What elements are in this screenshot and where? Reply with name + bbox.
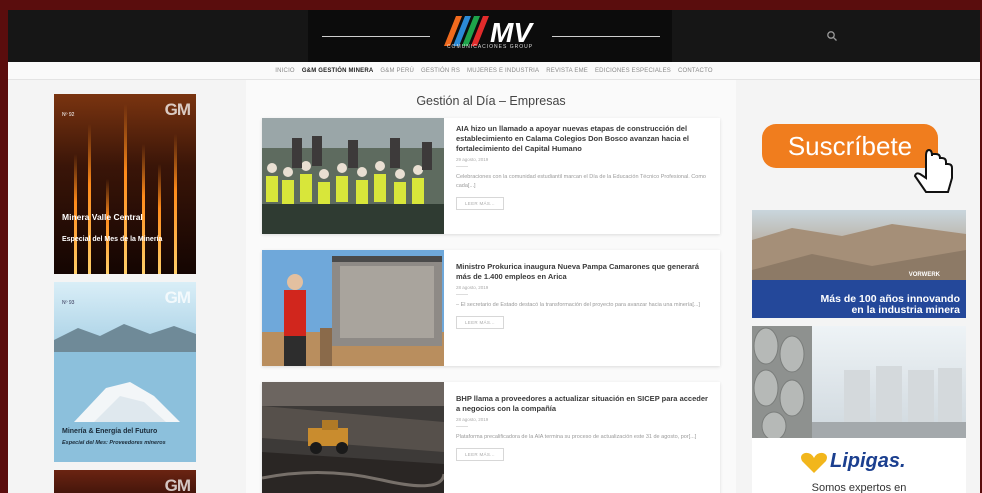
lipigas-ad[interactable] — [752, 326, 966, 438]
article-date: 29 agosto, 2019 — [456, 157, 489, 162]
section-title: Gestión al Día – Empresas — [416, 94, 566, 108]
nav-item-gm-peru[interactable]: G&M PERÚ — [380, 68, 414, 74]
article-card: AIA hizo un llamado a apoyar nuevas etap… — [262, 118, 720, 234]
magazine-subtitle: Especial del Mes: Proveedores mineros — [62, 440, 166, 446]
magazine-cover-92[interactable]: GM Nº 92 Minera Valle Central Especial d… — [54, 94, 196, 274]
article-date: 28 agosto, 2019 — [456, 417, 489, 422]
cover-light-beam — [142, 144, 145, 274]
lipigas-logo: Lipigas. — [830, 450, 906, 472]
vorwerk-logo: VORWERK — [908, 272, 940, 278]
magazine-title: Minera Valle Central — [62, 212, 143, 222]
lipigas-ad-footer[interactable]: Lipigas. Somos expertos en — [752, 438, 966, 493]
nav-item-gestion-minera[interactable]: G&M GESTIÓN MINERA — [302, 68, 374, 74]
divider — [456, 294, 468, 295]
magazine-number: Nº 93 — [62, 300, 75, 306]
article-excerpt: Plataforma precalificadora de la AIA ter… — [456, 434, 697, 440]
gas-tanks-image — [752, 326, 966, 438]
article-image[interactable] — [262, 382, 444, 493]
article-excerpt: Celebraciones con la comunidad estudiant… — [456, 174, 706, 189]
cover-light-beam — [158, 164, 161, 274]
magazine-brand: GM — [164, 476, 191, 493]
minister-speech-image — [262, 250, 444, 366]
article-excerpt: – El secretario de Estado destacó la tra… — [456, 302, 700, 308]
logo-rule-left — [322, 36, 430, 37]
nav-item-inicio[interactable]: INICIO — [275, 68, 295, 74]
magazine-brand: GM — [164, 288, 191, 307]
nav-item-contacto[interactable]: CONTACTO — [678, 68, 713, 74]
lipigas-heart-icon — [801, 452, 827, 473]
nav-item-mujeres-industria[interactable]: MUJERES E INDUSTRIA — [467, 68, 539, 74]
mining-truck-image — [262, 382, 444, 493]
nav-item-ediciones-especiales[interactable]: EDICIONES ESPECIALES — [595, 68, 671, 74]
magazine-brand: GM — [164, 100, 191, 119]
logo-subtitle: COMUNICACIONES GROUP — [446, 44, 534, 50]
lipigas-tagline: Somos expertos en — [811, 482, 907, 493]
mv-logo-icon: MV — [444, 16, 534, 46]
magazine-number: Nº 92 — [62, 112, 75, 118]
magazine-cover-next[interactable]: GM — [54, 470, 196, 493]
magazine-cover-93[interactable]: GM Nº 93 Minería & Energía del Futuro Es… — [54, 282, 196, 462]
main-nav: INICIO G&M GESTIÓN MINERA G&M PERÚ GESTI… — [8, 62, 980, 80]
article-card: Ministro Prokurica inaugura Nueva Pampa … — [262, 250, 720, 366]
vorwerk-line2: en la industria minera — [851, 304, 960, 316]
logo-banner[interactable]: MV COMUNICACIONES GROUP — [308, 10, 672, 62]
read-more-button[interactable]: LEER MÁS... — [456, 316, 504, 329]
hand-pointer-icon — [913, 148, 953, 193]
group-photo-image — [262, 118, 444, 234]
article-title[interactable]: BHP llama a proveedores a actualizar sit… — [456, 394, 708, 414]
article-title[interactable]: AIA hizo un llamado a apoyar nuevas etap… — [456, 124, 708, 154]
read-more-button[interactable]: LEER MÁS... — [456, 448, 504, 461]
search-icon[interactable] — [826, 30, 838, 42]
cover-light-beam — [106, 179, 109, 274]
cover-light-beam — [174, 134, 177, 274]
article-title[interactable]: Ministro Prokurica inaugura Nueva Pampa … — [456, 262, 708, 282]
browser-viewport: MV COMUNICACIONES GROUP INICIO G&M GESTI… — [8, 10, 980, 493]
article-date: 28 agosto, 2019 — [456, 285, 489, 290]
logo-rule-right — [552, 36, 660, 37]
divider — [456, 426, 468, 427]
cover-light-beam — [88, 124, 91, 274]
logo-text: MV — [490, 17, 534, 46]
article-card: BHP llama a proveedores a actualizar sit… — [262, 382, 720, 493]
cover-light-beam — [124, 104, 127, 274]
vorwerk-ad[interactable]: VORWERK Más de 100 años innovando en la … — [752, 210, 966, 318]
magazine-subtitle: Especial del Mes de la Minería — [62, 236, 163, 243]
magazine-title: Minería & Energía del Futuro — [62, 428, 158, 435]
nav-item-gestion-rs[interactable]: GESTIÓN RS — [421, 68, 460, 74]
site-header: MV COMUNICACIONES GROUP — [8, 10, 980, 62]
nav-item-revista-eme[interactable]: REVISTA EME — [546, 68, 588, 74]
article-image[interactable] — [262, 250, 444, 366]
vorwerk-tagline: Más de 100 años innovando en la industri… — [752, 294, 966, 316]
read-more-button[interactable]: LEER MÁS... — [456, 197, 504, 210]
news-column: Gestión al Día – Empresas AIA hizo un ll… — [246, 80, 736, 493]
divider — [456, 166, 468, 167]
article-image[interactable] — [262, 118, 444, 234]
